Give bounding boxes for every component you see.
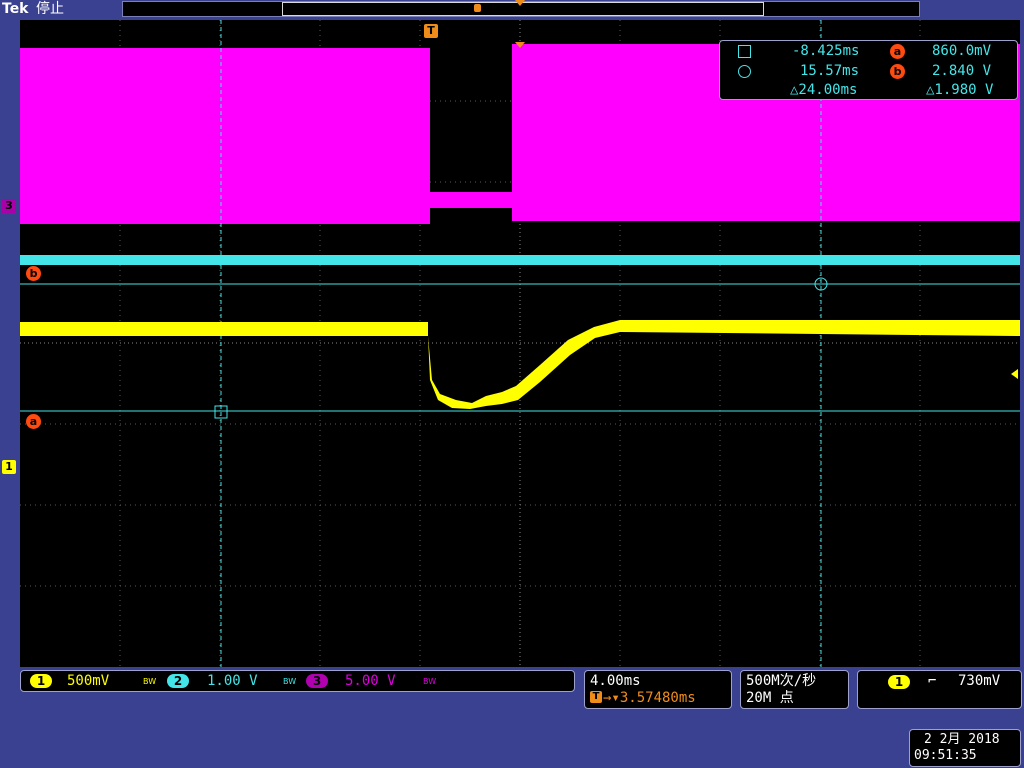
cursor-delta-time: △24.00ms [790, 82, 858, 98]
trigger-source-button[interactable]: 1 [888, 675, 910, 689]
date: 2 2月 2018 [924, 732, 1000, 747]
channel-settings-panel[interactable]: 1 500mV BW 2 1.00 V BW 3 5.00 V BW [20, 670, 575, 692]
horizontal-scale: 4.00ms [590, 673, 641, 689]
cursor-a-badge: a [26, 414, 41, 429]
waveform-display[interactable]: T [20, 20, 1020, 667]
trigger-panel[interactable]: 1 ⌐ 730mV [857, 670, 1022, 709]
overview-trigger-icon [474, 4, 481, 12]
ch1-offset-marker[interactable]: 1 [2, 460, 16, 474]
ch3-scale: 5.00 V [345, 673, 396, 689]
timebase-panel[interactable]: 4.00ms T →▾3.57480ms [584, 670, 732, 709]
cursor-b-readout-badge: b [890, 64, 905, 79]
trigger-level: 730mV [958, 673, 1001, 689]
record-length: 20M 点 [746, 690, 794, 706]
graticule [20, 20, 1020, 667]
ch3-bw-limit-icon: BW [423, 677, 437, 686]
cursor-a-readout-badge: a [890, 44, 905, 59]
acquisition-panel[interactable]: 500M次/秒 20M 点 [740, 670, 849, 709]
horizontal-position-icon[interactable] [515, 0, 525, 6]
ch3-offset-marker[interactable]: 3 [2, 199, 16, 213]
cursor1-volt: 860.0mV [932, 43, 992, 59]
trigger-point-arrow-icon [515, 42, 525, 48]
ch2-waveform [20, 255, 1020, 265]
ch2-button[interactable]: 2 [167, 674, 189, 688]
ch1-bw-limit-icon: BW [143, 677, 157, 686]
cursor2-time: 15.57ms [800, 63, 860, 79]
time: 09:51:35 [914, 748, 977, 763]
ch2-scale: 1.00 V [207, 673, 258, 689]
ch1-scale: 500mV [67, 673, 110, 689]
brand-logo: Tek [2, 1, 29, 17]
cursor1-time: -8.425ms [792, 43, 860, 59]
cursor-circle-icon [738, 65, 751, 78]
ch3-button[interactable]: 3 [306, 674, 328, 688]
sample-rate: 500M次/秒 [746, 673, 817, 689]
trigger-level-icon[interactable] [1011, 369, 1018, 379]
falling-edge-icon: ⌐ [928, 673, 937, 689]
datetime-panel: 2 2月 2018 09:51:35 [909, 729, 1021, 767]
cursor-readout-panel[interactable]: -8.425ms a 860.0mV 15.57ms b 2.840 V △24… [719, 40, 1018, 100]
horizontal-position: →▾3.57480ms [603, 690, 696, 706]
acquisition-status: 停止 [36, 1, 64, 17]
cursor2-volt: 2.840 V [932, 63, 992, 79]
top-status-bar: Tek 停止 [0, 0, 1024, 18]
cursor-delta-volt: △1.980 V [926, 82, 994, 98]
trigger-position-icon[interactable]: T [424, 24, 438, 38]
ch2-bw-limit-icon: BW [283, 677, 297, 686]
cursor-square-icon [738, 45, 751, 58]
trigger-position-icon-small: T [590, 691, 602, 703]
ch1-button[interactable]: 1 [30, 674, 52, 688]
cursor-b-badge: b [26, 266, 41, 281]
